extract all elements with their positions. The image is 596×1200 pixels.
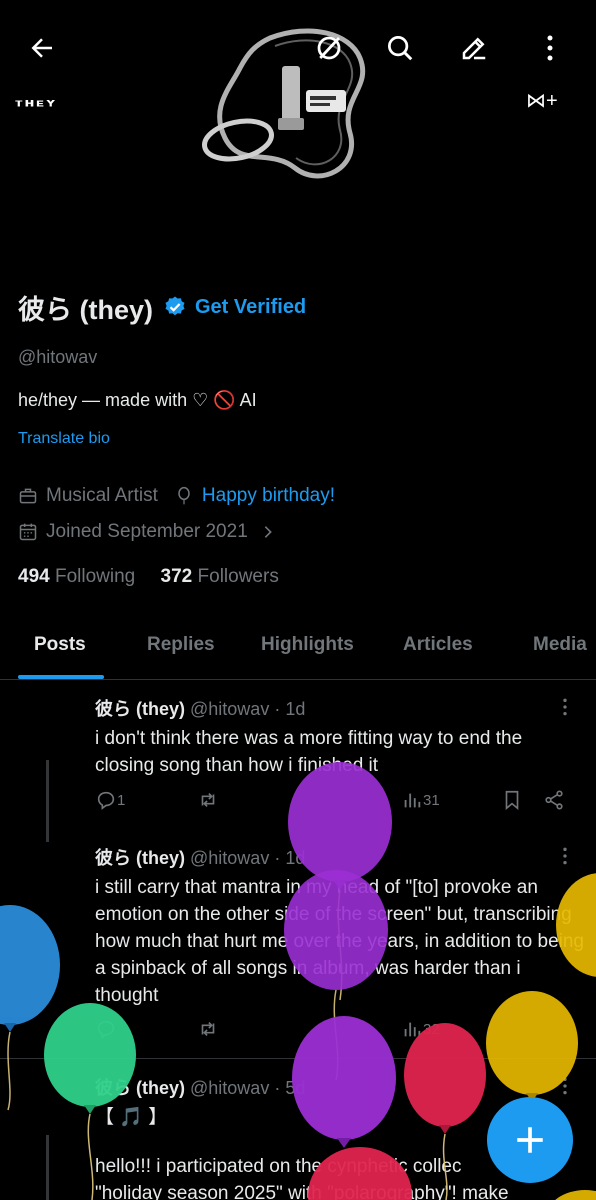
profile-tabs: Posts Replies Highlights Articles Media bbox=[0, 620, 596, 680]
post-more-icon[interactable] bbox=[555, 697, 575, 717]
tab-highlights[interactable]: Highlights bbox=[261, 634, 354, 656]
plus-icon bbox=[517, 1127, 543, 1153]
edit-button[interactable] bbox=[454, 28, 494, 68]
joined-row[interactable]: Joined September 2021 bbox=[18, 521, 276, 543]
profile-handle: @hitowav bbox=[18, 347, 98, 367]
views-button[interactable]: 31 bbox=[401, 789, 440, 811]
reply-count: 1 bbox=[117, 791, 126, 809]
verified-badge-icon[interactable] bbox=[163, 295, 187, 319]
followers-count: 372 bbox=[160, 566, 193, 587]
thread-line bbox=[46, 760, 49, 842]
name-row: 彼ら (they) Get Verified bbox=[18, 285, 578, 329]
views-button[interactable]: 32 bbox=[401, 1018, 440, 1040]
calendar-icon bbox=[19, 523, 37, 541]
post-header: 彼ら (they) @hitowav · 5d bbox=[95, 1074, 585, 1100]
search-icon bbox=[388, 36, 413, 61]
reply-icon bbox=[97, 1020, 115, 1039]
more-button[interactable] bbox=[530, 28, 570, 68]
post-author-name: 彼ら (they) bbox=[95, 1078, 185, 1098]
post-author-name: 彼ら (they) bbox=[95, 699, 185, 719]
post-author-name: 彼ら (they) bbox=[95, 848, 185, 868]
post-divider bbox=[0, 1058, 596, 1059]
more-vertical-icon bbox=[547, 35, 553, 61]
post-author-meta: @hitowav · 1d bbox=[190, 699, 306, 719]
views-icon bbox=[404, 793, 421, 808]
banner-logo-right: ⋈+ bbox=[526, 90, 558, 112]
translate-bio-link[interactable]: Translate bio bbox=[18, 430, 110, 448]
repost-icon bbox=[201, 1021, 215, 1037]
views-count: 31 bbox=[423, 791, 440, 809]
post-author-meta: @hitowav · 1d bbox=[190, 848, 306, 868]
post-actions: 1 31 bbox=[95, 789, 575, 815]
reply-button[interactable]: 1 bbox=[95, 789, 125, 811]
views-icon bbox=[404, 1022, 421, 1037]
share-button[interactable] bbox=[543, 789, 565, 811]
repost-button[interactable] bbox=[197, 789, 219, 811]
profile-info: 彼ら (they) Get Verified @hitowav he/they … bbox=[18, 285, 578, 588]
followers-link[interactable]: 372 Followers bbox=[161, 566, 279, 587]
back-button[interactable] bbox=[22, 28, 62, 68]
bookmark-icon bbox=[505, 790, 519, 811]
chevron-right-icon bbox=[264, 526, 272, 538]
birthday-link[interactable]: Happy birthday! bbox=[202, 485, 335, 507]
repost-button[interactable] bbox=[197, 1018, 219, 1040]
followers-label: Followers bbox=[197, 566, 279, 587]
post-author-meta: @hitowav · 5d bbox=[190, 1078, 306, 1098]
post-header: 彼ら (they) @hitowav · 1d bbox=[95, 695, 585, 721]
following-count: 494 bbox=[18, 566, 50, 587]
joined-date: Joined September 2021 bbox=[46, 521, 248, 542]
search-button[interactable] bbox=[380, 28, 420, 68]
thread-line bbox=[46, 1135, 49, 1200]
post-text: i still carry that mantra in my head of … bbox=[95, 877, 584, 1006]
post-more-icon[interactable] bbox=[555, 846, 575, 866]
arrow-left-icon bbox=[31, 38, 52, 58]
post-2[interactable]: 彼ら (they) @hitowav · 1d i still carry th… bbox=[95, 844, 585, 1009]
post-text: i don't think there was a more fitting w… bbox=[95, 728, 523, 776]
profile-meta-row: Musical Artist Happy birthday! bbox=[18, 485, 335, 507]
reply-icon bbox=[97, 791, 115, 810]
tab-articles[interactable]: Articles bbox=[403, 634, 473, 656]
repost-icon bbox=[201, 792, 215, 808]
post-text-line: "holiday season 2025" with "polarography… bbox=[95, 1183, 509, 1200]
compose-button[interactable] bbox=[487, 1097, 573, 1183]
post-actions: 32 bbox=[95, 1018, 575, 1044]
following-link[interactable]: 494 Following bbox=[18, 566, 135, 587]
pencil-icon bbox=[462, 37, 486, 60]
get-verified-link[interactable]: Get Verified bbox=[195, 296, 306, 319]
following-label: Following bbox=[54, 566, 136, 587]
slash-circle-icon bbox=[317, 36, 341, 60]
reply-button[interactable] bbox=[95, 1018, 117, 1040]
banner-logo-left: ᴛʜᴇʏ bbox=[14, 96, 57, 110]
briefcase-icon bbox=[19, 488, 37, 504]
tab-posts[interactable]: Posts bbox=[34, 634, 86, 656]
active-tab-indicator bbox=[18, 675, 104, 679]
profile-category: Musical Artist bbox=[46, 485, 158, 506]
post-more-icon[interactable] bbox=[555, 1076, 575, 1096]
post-header: 彼ら (they) @hitowav · 1d bbox=[95, 844, 585, 870]
share-icon bbox=[545, 790, 563, 810]
follow-counts: 494 Following 372 Followers bbox=[18, 566, 279, 588]
tab-replies[interactable]: Replies bbox=[147, 634, 215, 656]
display-name: 彼ら (they) bbox=[18, 294, 153, 325]
balloon-icon bbox=[178, 486, 190, 505]
bookmark-button[interactable] bbox=[501, 789, 523, 811]
tab-media[interactable]: Media bbox=[533, 634, 587, 656]
profile-banner[interactable]: ᴛʜᴇʏ ⋈+ bbox=[0, 0, 596, 200]
banner-artwork bbox=[202, 28, 366, 179]
views-count: 32 bbox=[423, 1020, 440, 1038]
profile-bio: he/they — made with ♡ 🚫 AI bbox=[18, 390, 257, 410]
balloon-blue bbox=[0, 905, 60, 1111]
grok-button[interactable] bbox=[309, 28, 349, 68]
post-1[interactable]: 彼ら (they) @hitowav · 1d i don't think th… bbox=[95, 695, 585, 779]
